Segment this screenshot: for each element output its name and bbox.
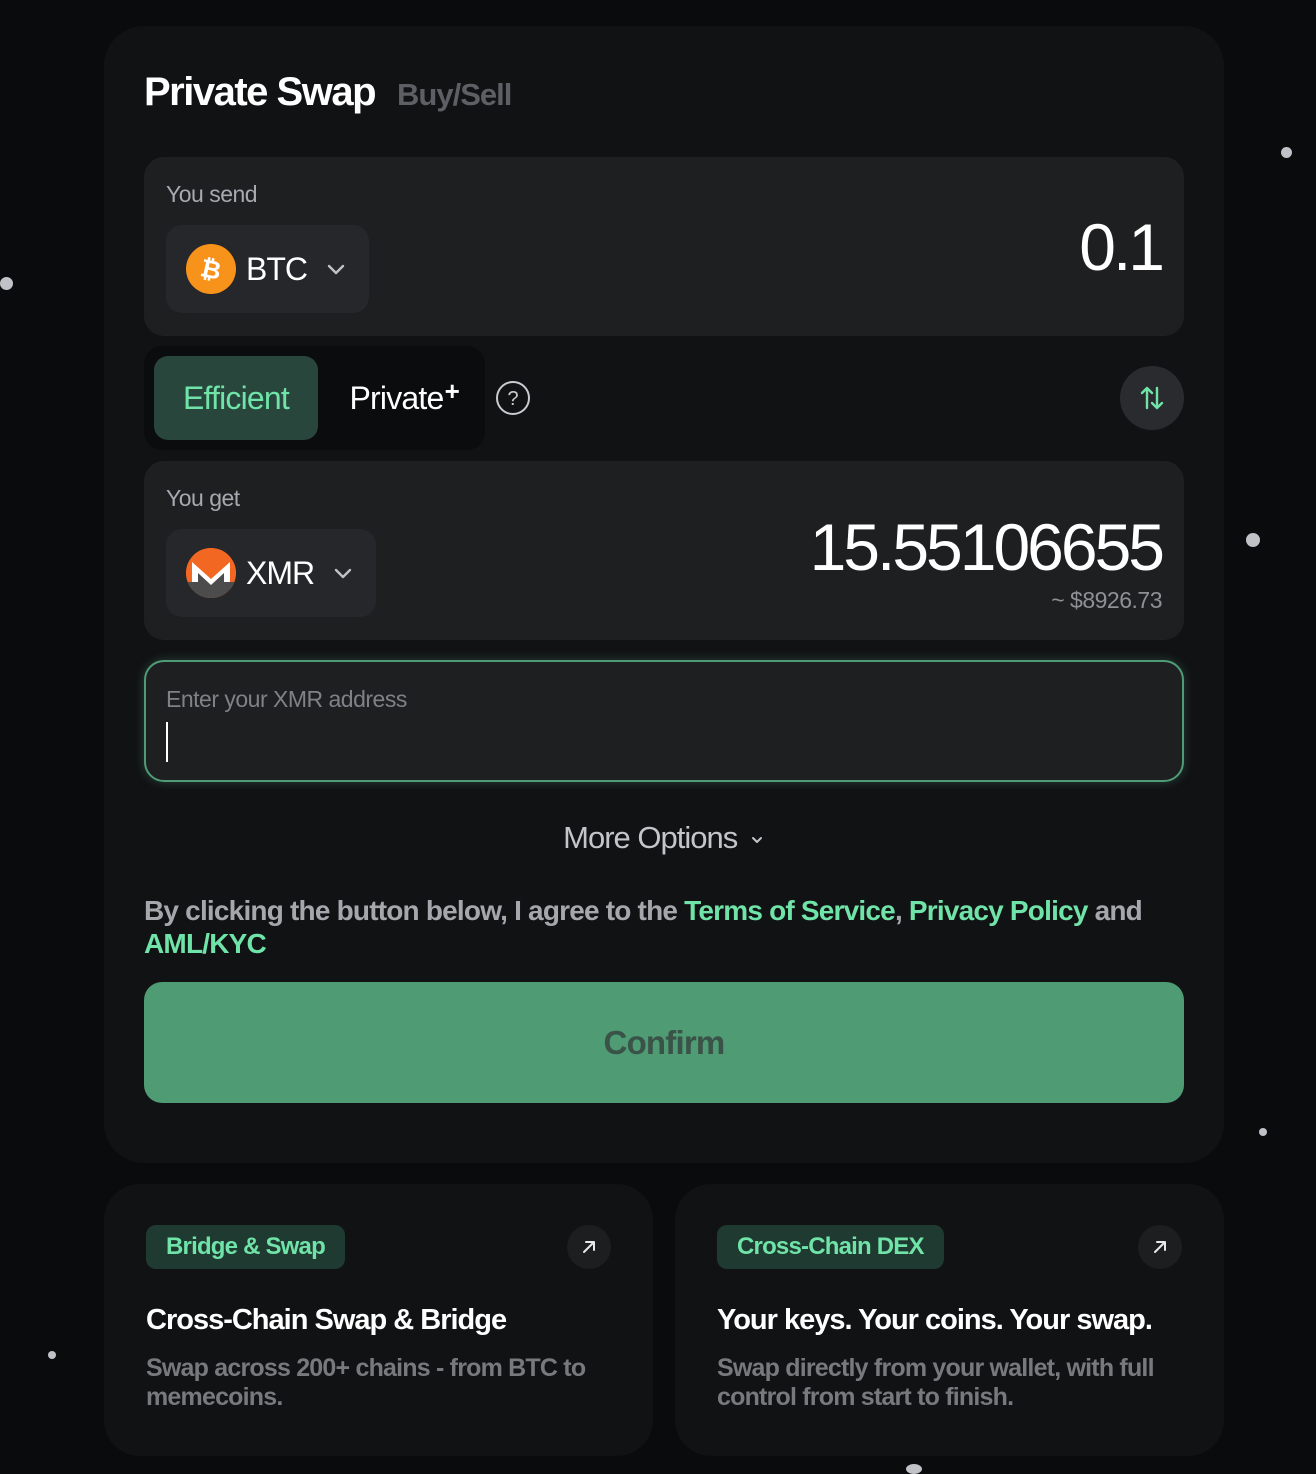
arrow-up-right-icon xyxy=(1154,1241,1166,1253)
arrow-up-right-icon xyxy=(583,1241,595,1253)
terms-of-service-link[interactable]: Terms of Service xyxy=(684,895,896,926)
promo-card-bridge[interactable]: Bridge & Swap Cross-Chain Swap & Bridge … xyxy=(104,1184,653,1456)
receive-panel: You get XMR 15.55106655 ~ $8926.73 xyxy=(144,461,1184,640)
receive-amount: 15.55106655 xyxy=(809,510,1165,584)
terms-and: and xyxy=(1087,895,1143,926)
swap-arrows-icon xyxy=(1140,386,1164,410)
privacy-policy-link[interactable]: Privacy Policy xyxy=(909,895,1089,926)
background-dot xyxy=(1259,1128,1267,1136)
aml-kyc-link[interactable]: AML/KYC xyxy=(144,928,267,959)
receive-label: You get xyxy=(166,485,240,511)
terms-text: By clicking the button below, I agree to… xyxy=(144,894,1184,960)
send-panel: You send ₿ BTC 0.1 xyxy=(144,157,1184,336)
address-field[interactable]: Enter your XMR address xyxy=(144,660,1184,782)
mode-private-label: Private xyxy=(349,379,445,416)
mode-toggle: Efficient Private + xyxy=(144,346,485,450)
receive-coin-ticker: XMR xyxy=(246,554,315,591)
bitcoin-icon: ₿ xyxy=(186,244,236,294)
mode-private-button[interactable]: Private + xyxy=(318,356,475,440)
monero-icon xyxy=(186,548,236,598)
plus-icon: + xyxy=(444,376,460,406)
chevron-down-icon xyxy=(334,568,352,579)
background-dot xyxy=(1246,533,1260,547)
send-coin-selector[interactable]: ₿ BTC xyxy=(166,225,369,313)
text-caret xyxy=(166,722,168,762)
more-options-label: More Options xyxy=(563,820,738,855)
page: Private Swap Buy/Sell You send ₿ BTC 0.1 xyxy=(0,0,1316,1474)
send-coin-ticker: BTC xyxy=(246,250,308,287)
terms-separator: , xyxy=(894,895,909,926)
confirm-button[interactable]: Confirm xyxy=(144,982,1184,1103)
send-amount[interactable]: 0.1 xyxy=(1079,209,1165,285)
background-dot xyxy=(48,1351,56,1359)
swap-card: Private Swap Buy/Sell You send ₿ BTC 0.1 xyxy=(104,26,1224,1163)
address-label: Enter your XMR address xyxy=(166,686,407,712)
address-input[interactable] xyxy=(166,720,1156,764)
promo-description: Swap directly from your wallet, with ful… xyxy=(717,1354,1155,1411)
svg-text:₿: ₿ xyxy=(198,254,224,284)
receive-coin-selector[interactable]: XMR xyxy=(166,529,377,617)
promo-title: Cross-Chain Swap & Bridge xyxy=(146,1304,507,1336)
background-dot xyxy=(0,277,13,290)
swap-tabs: Private Swap Buy/Sell xyxy=(144,70,512,115)
help-icon[interactable]: ? xyxy=(495,380,531,416)
svg-text:?: ? xyxy=(507,388,518,410)
more-options-toggle[interactable]: More Options xyxy=(104,820,1224,856)
chevron-down-icon xyxy=(327,264,345,275)
promo-badge: Bridge & Swap xyxy=(146,1225,345,1269)
promo-card-dex[interactable]: Cross-Chain DEX Your keys. Your coins. Y… xyxy=(675,1184,1224,1456)
promo-badge: Cross-Chain DEX xyxy=(717,1225,944,1269)
tab-private-swap[interactable]: Private Swap xyxy=(144,70,377,115)
chevron-down-icon xyxy=(751,836,762,843)
promo-title: Your keys. Your coins. Your swap. xyxy=(717,1304,1153,1336)
mode-efficient-button[interactable]: Efficient xyxy=(154,356,318,440)
background-dot xyxy=(906,1464,922,1474)
external-link-button[interactable] xyxy=(1138,1225,1182,1269)
send-label: You send xyxy=(166,181,258,207)
background-dot xyxy=(1281,147,1292,158)
promo-description: Swap across 200+ chains - from BTC to me… xyxy=(146,1354,586,1411)
tab-buy-sell[interactable]: Buy/Sell xyxy=(397,77,512,113)
external-link-button[interactable] xyxy=(567,1225,611,1269)
receive-usd-value: ~ $8926.73 xyxy=(1051,587,1162,613)
terms-prefix: By clicking the button below, I agree to… xyxy=(144,895,685,926)
swap-direction-button[interactable] xyxy=(1120,366,1184,430)
